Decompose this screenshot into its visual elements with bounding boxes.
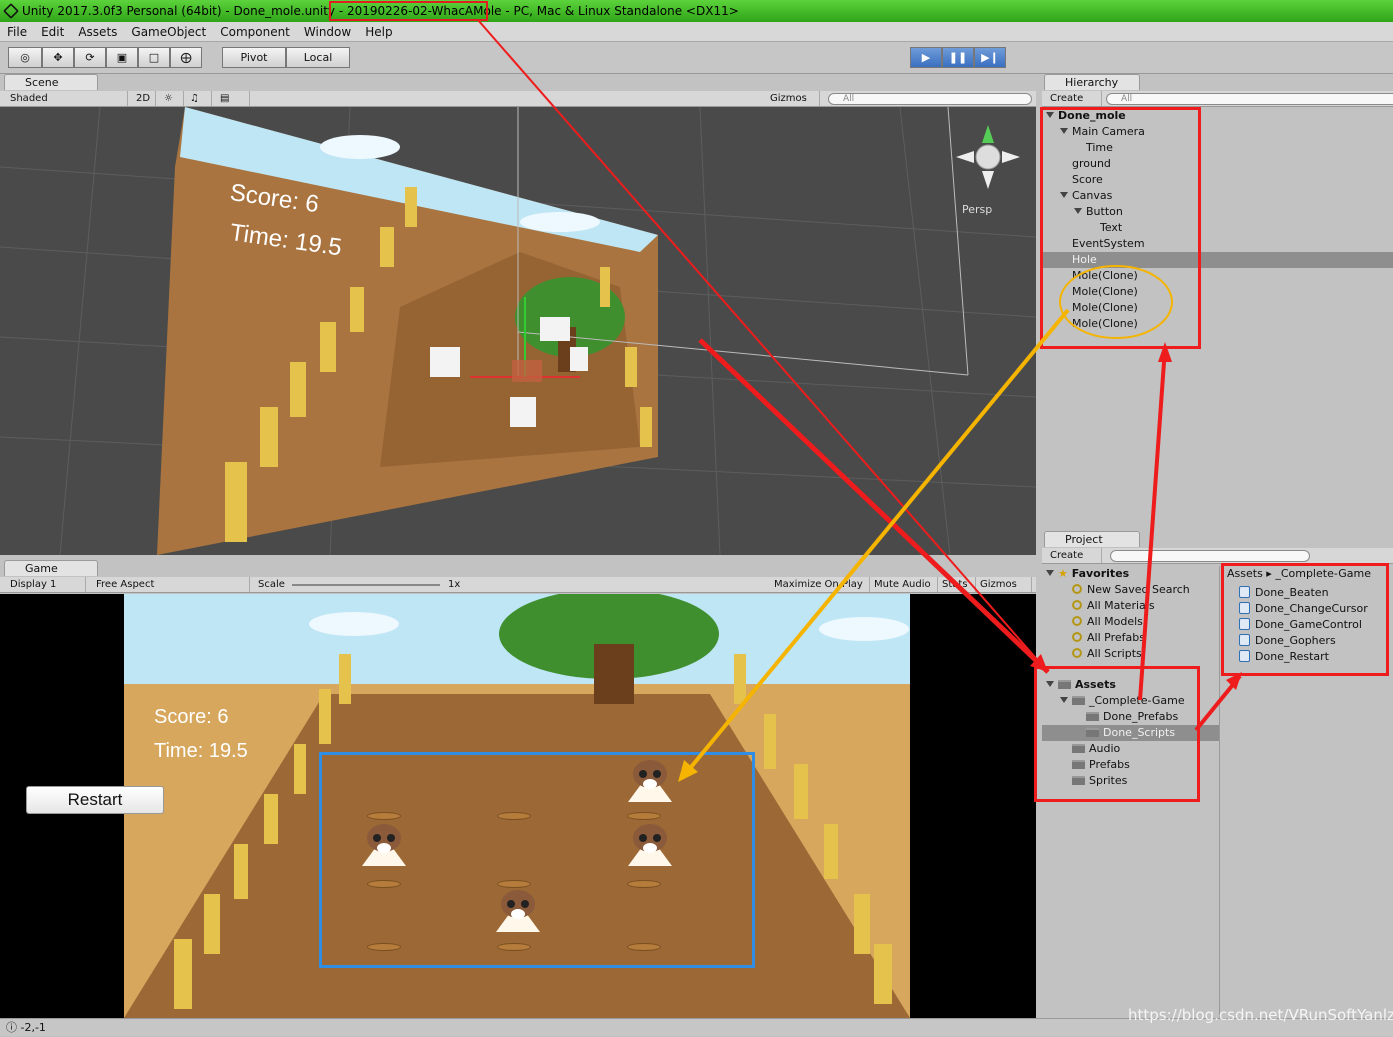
search-icon	[1072, 584, 1082, 594]
transform-tool-icon[interactable]: ⨁	[170, 47, 202, 68]
display-dropdown[interactable]: Display 1	[6, 577, 86, 592]
game-gizmos-dropdown[interactable]: Gizmos	[976, 577, 1032, 592]
game-time-text: Time: 19.5	[154, 740, 248, 762]
play-button[interactable]: ▶	[910, 47, 942, 68]
hole	[367, 880, 401, 888]
game-tab-label: Game	[25, 562, 58, 575]
persp-label[interactable]: Persp	[962, 203, 992, 216]
scene-gizmos-dropdown[interactable]: Gizmos	[766, 91, 820, 106]
hole	[367, 943, 401, 951]
tab-hierarchy[interactable]: Hierarchy	[1044, 74, 1140, 90]
title-suffix: - PC, Mac & Linux Standalone <DX11>	[501, 4, 739, 18]
scale-label: Scale	[258, 579, 285, 590]
menu-help[interactable]: Help	[358, 22, 399, 42]
rotate-tool-icon[interactable]: ⟳	[74, 47, 106, 68]
game-viewport[interactable]: Score: 6 Time: 19.5 Restart	[0, 594, 1036, 1018]
mole-sprite[interactable]	[622, 818, 678, 874]
hole	[497, 943, 531, 951]
favorites-section[interactable]: ★ Favorites	[1046, 566, 1129, 582]
menu-component[interactable]: Component	[213, 22, 297, 42]
hole	[627, 943, 661, 951]
tab-scene[interactable]: Scene	[4, 74, 98, 90]
menu-bar: File Edit Assets GameObject Component Window H…	[0, 22, 1393, 42]
info-icon: ⓘ	[6, 1021, 17, 1034]
pause-button[interactable]: ❚❚	[942, 47, 974, 68]
aspect-dropdown[interactable]: Free Aspect	[92, 577, 250, 592]
pivot-label: Pivot	[240, 51, 268, 64]
game-canvas: Score: 6 Time: 19.5	[124, 594, 910, 1018]
assets-annotation-box	[1034, 666, 1200, 802]
step-button[interactable]: ▶❙	[974, 47, 1006, 68]
scene-render	[0, 107, 1036, 555]
menu-file[interactable]: File	[0, 22, 34, 42]
window-title-bar: Unity 2017.3.0f3 Personal (64bit) - Done…	[0, 0, 1393, 22]
maximize-on-play-toggle[interactable]: Maximize On Play	[770, 577, 870, 592]
menu-edit[interactable]: Edit	[34, 22, 71, 42]
star-icon: ★	[1058, 567, 1068, 580]
game-toolbar: Display 1 Free Aspect Scale 1x Maximize …	[0, 577, 1036, 593]
project-tab-label: Project	[1065, 533, 1103, 546]
hole	[497, 812, 531, 820]
menu-gameobject[interactable]: GameObject	[124, 22, 213, 42]
mole-sprite[interactable]	[622, 754, 678, 810]
mole-sprite[interactable]	[356, 818, 412, 874]
scene-search-input[interactable]: All	[828, 93, 1032, 105]
shading-dropdown[interactable]: Shaded	[6, 91, 128, 106]
tab-project[interactable]: Project	[1044, 531, 1140, 547]
stats-toggle[interactable]: Stats	[938, 577, 976, 592]
lighting-toggle-icon[interactable]: ☼	[160, 91, 184, 106]
project-search-input[interactable]	[1110, 550, 1310, 562]
scene-tab-label: Scene	[25, 76, 59, 89]
menu-window[interactable]: Window	[297, 22, 358, 42]
tab-game[interactable]: Game	[4, 560, 98, 576]
project-toolbar: Create	[1042, 548, 1393, 564]
favorite-item[interactable]: New Saved Search	[1072, 582, 1190, 598]
audio-toggle-icon[interactable]: ♫	[186, 91, 212, 106]
scene-toolbar: Shaded 2D ☼ ♫ ▤ Gizmos All	[0, 91, 1036, 107]
search-icon	[1072, 600, 1082, 610]
rect-tool-icon[interactable]: □	[138, 47, 170, 68]
game-score-text: Score: 6	[154, 706, 229, 728]
scripts-annotation-box	[1221, 563, 1389, 676]
pivot-toggle[interactable]: Pivot	[222, 47, 286, 68]
search-icon	[1072, 632, 1082, 642]
effects-toggle-icon[interactable]: ▤	[216, 91, 250, 106]
mode-2d-toggle[interactable]: 2D	[132, 91, 156, 106]
favorite-item[interactable]: All Scripts	[1072, 646, 1142, 662]
hand-tool-eye-icon[interactable]: ◎	[8, 47, 42, 68]
restart-button[interactable]: Restart	[26, 786, 164, 814]
search-icon	[1072, 648, 1082, 658]
scale-tool-icon[interactable]: ▣	[106, 47, 138, 68]
menu-assets[interactable]: Assets	[71, 22, 124, 42]
mute-audio-toggle[interactable]: Mute Audio	[870, 577, 938, 592]
favorite-item[interactable]: All Prefabs	[1072, 630, 1145, 646]
hierarchy-search-input[interactable]: All	[1106, 93, 1393, 105]
search-icon	[1072, 616, 1082, 626]
favorite-item[interactable]: All Materials	[1072, 598, 1155, 614]
scene-viewport[interactable]: Score: 6 Time: 19.5 Persp	[0, 107, 1036, 555]
hierarchy-tab-label: Hierarchy	[1065, 76, 1119, 89]
local-label: Local	[303, 51, 333, 64]
hierarchy-toolbar: Create All	[1042, 91, 1393, 107]
local-toggle[interactable]: Local	[286, 47, 350, 68]
hierarchy-create-dropdown[interactable]: Create	[1046, 91, 1102, 106]
status-coords: -2,-1	[20, 1021, 46, 1034]
project-name-highlight	[329, 1, 488, 21]
main-toolbar: ◎ ✥ ⟳ ▣ □ ⨁ Pivot Local ▶ ❚❚ ▶❙	[0, 42, 1393, 74]
project-create-dropdown[interactable]: Create	[1046, 548, 1102, 563]
favorite-item[interactable]: All Models	[1072, 614, 1143, 630]
hierarchy-annotation-box	[1040, 107, 1201, 349]
title-prefix: Unity 2017.3.0f3 Personal (64bit) - Done…	[22, 4, 347, 18]
mole-sprite[interactable]	[490, 884, 546, 940]
scale-slider[interactable]	[292, 584, 440, 586]
move-tool-icon[interactable]: ✥	[42, 47, 74, 68]
hole	[627, 880, 661, 888]
unity-logo-icon	[3, 3, 19, 19]
scale-value: 1x	[448, 579, 461, 590]
watermark: https://blog.csdn.net/VRunSoftYanlz	[1128, 1006, 1393, 1024]
